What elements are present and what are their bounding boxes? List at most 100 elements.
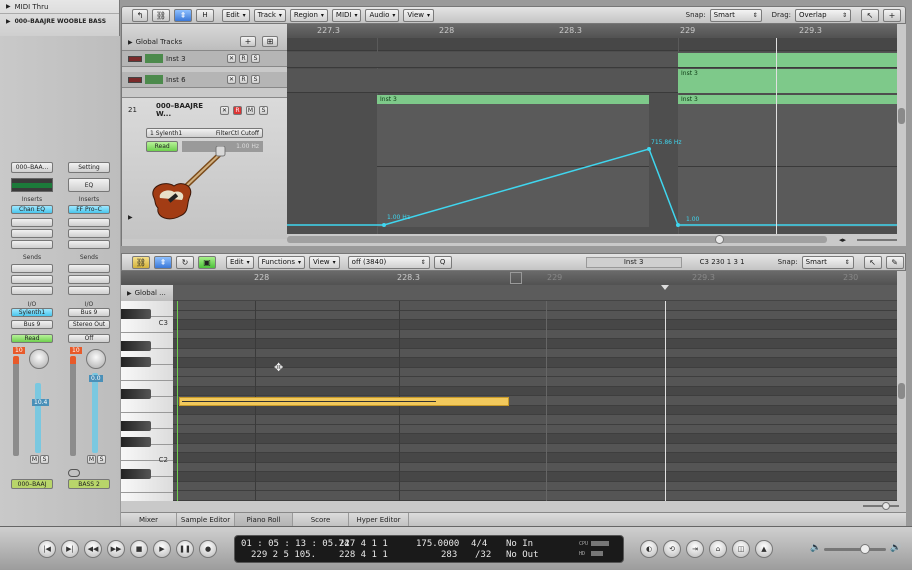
send-slot[interactable]: [11, 286, 53, 295]
eq-button[interactable]: EQ: [68, 178, 110, 192]
menu-edit[interactable]: Edit ▾: [226, 255, 254, 269]
send-slot[interactable]: [68, 286, 110, 295]
menu-track[interactable]: Track ▾: [253, 8, 286, 22]
record-icon[interactable]: [128, 55, 142, 62]
record-icon[interactable]: [128, 76, 142, 83]
freeze-button[interactable]: ✕: [227, 75, 236, 84]
send-slot[interactable]: [11, 264, 53, 273]
mute-button[interactable]: R: [239, 54, 248, 63]
insert-slot[interactable]: FF Pro–C: [68, 205, 110, 214]
insert-slot-empty[interactable]: [68, 229, 110, 238]
setting-button[interactable]: Setting: [68, 162, 110, 173]
send-slot[interactable]: [11, 275, 53, 284]
pause-icon[interactable]: ❚❚: [176, 540, 194, 558]
pan-knob[interactable]: [86, 349, 106, 369]
solo-mode-icon[interactable]: ◫: [732, 540, 750, 558]
zoom-icon[interactable]: ◂▸: [839, 236, 846, 244]
automation-plugin-select[interactable]: 1 Sylenth1 FilterCtl Cutoff: [146, 128, 263, 138]
arrange-canvas[interactable]: Inst 3 Inst 3 Inst 3 1.00 Hz 715.86 Hz 1…: [287, 38, 897, 234]
piano-key-black[interactable]: [121, 309, 151, 319]
global-tracks-header[interactable]: ▶ Global Tracks + ⊞: [122, 24, 287, 51]
replace-icon[interactable]: ⌂: [709, 540, 727, 558]
menu-view[interactable]: View ▾: [403, 8, 435, 22]
insert-slot-empty[interactable]: [11, 240, 53, 249]
solo-button[interactable]: S: [259, 105, 268, 115]
volume-fader[interactable]: [35, 383, 41, 453]
stop-icon[interactable]: ■: [130, 540, 148, 558]
menu-midi[interactable]: MIDI ▾: [331, 8, 362, 22]
piano-key-white[interactable]: [121, 397, 173, 413]
tab-hyper-editor[interactable]: Hyper Editor: [349, 513, 409, 527]
input-slot[interactable]: Bus 9: [68, 308, 110, 317]
mute-button[interactable]: M: [246, 105, 255, 115]
snap-select[interactable]: Smart ⇕: [709, 8, 762, 22]
menu-region[interactable]: Region ▾: [289, 8, 328, 22]
freeze-button[interactable]: ✕: [220, 105, 229, 115]
piano-key-white[interactable]: [121, 493, 173, 501]
send-slot[interactable]: [68, 264, 110, 273]
go-to-start-icon[interactable]: |◀: [38, 540, 56, 558]
loop-icon[interactable]: ↻: [176, 255, 194, 269]
tab-score[interactable]: Score: [293, 513, 349, 527]
pointer-tool-icon[interactable]: ↖: [863, 255, 882, 269]
rewind-icon[interactable]: ◀◀: [84, 540, 102, 558]
automation-mode[interactable]: Read: [11, 334, 53, 343]
add-track-icon[interactable]: +: [240, 36, 256, 47]
insert-slot-empty[interactable]: [68, 240, 110, 249]
piano-roll-ruler[interactable]: 228 228.3 229 229.3 230: [121, 271, 897, 285]
snap-select[interactable]: Smart ⇕: [801, 255, 854, 269]
zoom-slider[interactable]: [863, 505, 899, 507]
menu-view[interactable]: View ▾: [309, 255, 340, 269]
low-latency-icon[interactable]: ◐: [640, 540, 658, 558]
automation-mode[interactable]: Off: [68, 334, 110, 343]
folder-icon[interactable]: ⊞: [262, 36, 278, 47]
arrange-hscroll[interactable]: ◂▸: [287, 234, 906, 246]
tab-piano-roll[interactable]: Piano Roll: [235, 513, 293, 527]
mute-button[interactable]: R: [239, 75, 248, 84]
track-header-inst3[interactable]: Inst 3 ✕ R S: [122, 51, 287, 67]
master-volume-knob[interactable]: [860, 544, 870, 554]
insert-slot-empty[interactable]: [68, 218, 110, 227]
solo-button[interactable]: S: [97, 455, 106, 464]
piano-roll-vscroll[interactable]: [897, 271, 906, 501]
piano-key-black[interactable]: [121, 341, 151, 351]
piano-key-white[interactable]: [121, 477, 173, 493]
output-slot[interactable]: Stereo Out: [68, 320, 110, 329]
volume-fader[interactable]: [92, 373, 98, 453]
send-slot[interactable]: [68, 275, 110, 284]
record-icon[interactable]: ●: [199, 540, 217, 558]
forward-icon[interactable]: ▶▶: [107, 540, 125, 558]
tab-mixer[interactable]: Mixer: [121, 513, 177, 527]
list-item[interactable]: ▶ 000–BAAJRE WOOBLE BASS: [0, 14, 119, 28]
track-header-selected[interactable]: 21 000–BAAJRE W... ✕ R M S 1 Sylenth1 Fil…: [122, 97, 287, 239]
link-icon[interactable]: ⛓: [152, 8, 170, 22]
piano-key-black[interactable]: [121, 389, 151, 399]
freeze-button[interactable]: ✕: [227, 54, 236, 63]
mute-button[interactable]: M: [30, 455, 39, 464]
menu-edit[interactable]: Edit ▾: [222, 8, 250, 22]
drag-select[interactable]: Overlap ⇕: [795, 8, 851, 22]
list-item[interactable]: ▶ MIDI Thru: [0, 0, 119, 14]
pan-knob[interactable]: [29, 349, 49, 369]
piano-roll-grid[interactable]: ✥: [173, 301, 897, 501]
mute-button[interactable]: M: [87, 455, 96, 464]
catch-icon[interactable]: ⇞: [154, 255, 172, 269]
zoom-knob-icon[interactable]: [882, 502, 890, 510]
output-slot[interactable]: Bus 9: [11, 320, 53, 329]
back-icon[interactable]: ↰: [132, 8, 148, 22]
arrange-vscroll[interactable]: [897, 24, 906, 234]
record-button[interactable]: R: [233, 105, 242, 115]
pencil-tool-icon[interactable]: ✎: [885, 255, 904, 269]
solo-button[interactable]: S: [251, 54, 260, 63]
pointer-tool-icon[interactable]: ↖: [861, 8, 879, 22]
quantize-select[interactable]: off (3840) ⇕: [347, 255, 430, 269]
cycle-icon[interactable]: ⟲: [663, 540, 681, 558]
track-header-inst6[interactable]: Inst 6 ✕ R S: [122, 72, 287, 88]
q-button[interactable]: Q: [433, 255, 452, 269]
insert-slot-empty[interactable]: [11, 229, 53, 238]
piano-roll-global-header[interactable]: ▶ Global ...: [121, 285, 897, 301]
catch-icon[interactable]: ⇞: [174, 8, 192, 22]
insert-slot-empty[interactable]: [11, 218, 53, 227]
midi-note[interactable]: [179, 397, 509, 406]
piano-keyboard[interactable]: C3 C2: [121, 301, 173, 501]
